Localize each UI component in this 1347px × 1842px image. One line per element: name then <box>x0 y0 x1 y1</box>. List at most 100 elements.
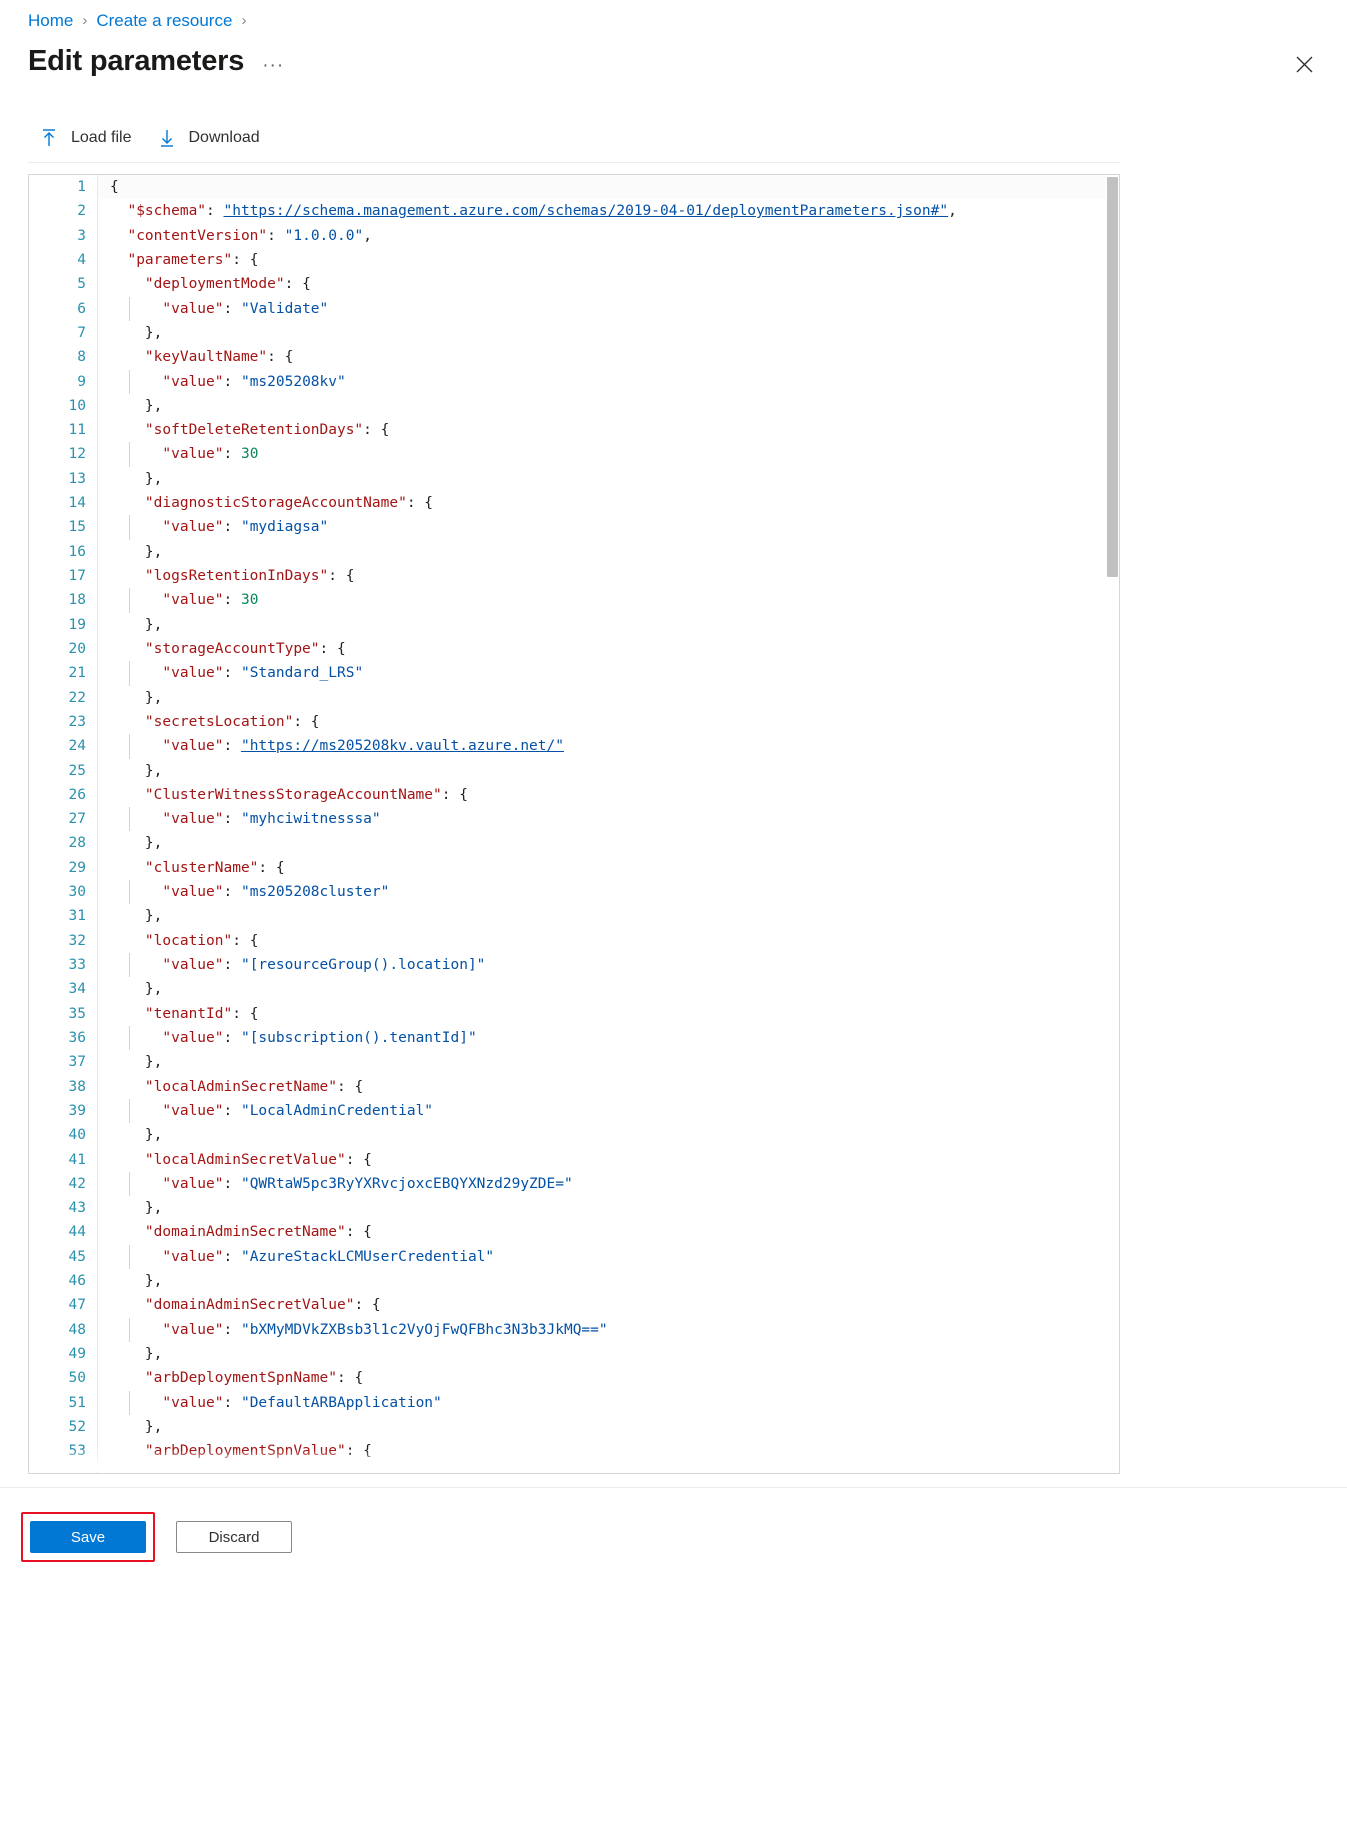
json-key: "arbDeploymentSpnName" <box>144 1370 337 1387</box>
code-line[interactable]: "domainAdminSecretName": { <box>98 1220 1119 1244</box>
code-line[interactable]: "localAdminSecretName": { <box>98 1075 1119 1099</box>
code-line[interactable]: "value": "[subscription().tenantId]" <box>98 1025 1119 1051</box>
code-line[interactable]: { <box>98 175 1119 200</box>
code-line[interactable]: "value": "LocalAdminCredential" <box>98 1098 1119 1124</box>
code-line[interactable]: }, <box>98 831 1119 855</box>
json-string: "mydiagsa" <box>240 519 329 536</box>
code-line[interactable]: "value": "mydiagsa" <box>98 515 1119 540</box>
code-line[interactable]: "value": "https://ms205208kv.vault.azure… <box>98 734 1119 759</box>
code-line[interactable]: }, <box>98 759 1119 783</box>
code-line[interactable]: "logsRetentionInDays": { <box>98 564 1119 588</box>
line-number: 37 <box>68 1054 86 1071</box>
code-line[interactable]: "value": "AzureStackLCMUserCredential" <box>98 1244 1119 1270</box>
code-line[interactable]: "value": "bXMyMDVkZXBsb3l1c2VyOjFwQFBhc3… <box>98 1317 1119 1342</box>
code-line[interactable]: "value": "ms205208kv" <box>98 369 1119 394</box>
code-line[interactable]: }, <box>98 1415 1119 1439</box>
line-number: 34 <box>68 981 86 998</box>
code-line[interactable]: }, <box>98 1123 1119 1147</box>
close-icon[interactable] <box>1288 48 1320 80</box>
code-line[interactable]: "contentVersion": "1.0.0.0", <box>98 224 1119 248</box>
json-punctuation: }, <box>144 616 163 633</box>
breadcrumb-item-home[interactable]: Home <box>28 9 73 33</box>
code-line[interactable]: "value": "Validate" <box>98 296 1119 321</box>
save-button[interactable]: Save <box>30 1521 146 1553</box>
code-line[interactable]: "value": "ms205208cluster" <box>98 880 1119 905</box>
code-line[interactable]: "value": "[resourceGroup().location]" <box>98 953 1119 978</box>
json-punctuation: : { <box>232 251 259 268</box>
load-file-button[interactable]: Load file <box>28 116 146 160</box>
code-line[interactable]: }, <box>98 977 1119 1001</box>
code-line[interactable]: }, <box>98 394 1119 418</box>
code-line[interactable]: "value": "DefaultARBApplication" <box>98 1390 1119 1415</box>
json-punctuation: }, <box>144 324 163 341</box>
json-key: "ClusterWitnessStorageAccountName" <box>144 786 442 803</box>
more-options-icon[interactable]: ··· <box>262 56 284 75</box>
line-number: 25 <box>68 762 86 779</box>
code-line[interactable]: }, <box>98 613 1119 637</box>
line-number: 48 <box>68 1321 86 1338</box>
code-line[interactable]: }, <box>98 904 1119 928</box>
code-line[interactable]: "value": "Standard_LRS" <box>98 661 1119 686</box>
code-line[interactable]: }, <box>98 1196 1119 1220</box>
code-line[interactable]: "deploymentMode": { <box>98 272 1119 296</box>
code-line[interactable]: "parameters": { <box>98 248 1119 272</box>
code-line[interactable]: "secretsLocation": { <box>98 710 1119 734</box>
json-key: "value" <box>162 519 224 536</box>
json-key: "keyVaultName" <box>144 349 268 366</box>
code-line[interactable]: }, <box>98 540 1119 564</box>
breadcrumb-item-create-a-resource[interactable]: Create a resource <box>96 9 232 33</box>
json-string: "ms205208cluster" <box>240 884 390 901</box>
code-line[interactable]: }, <box>98 1050 1119 1074</box>
code-line[interactable]: "location": { <box>98 929 1119 953</box>
code-line[interactable]: "clusterName": { <box>98 856 1119 880</box>
code-line[interactable]: "storageAccountType": { <box>98 637 1119 661</box>
download-button[interactable]: Download <box>146 116 274 160</box>
code-line[interactable]: "ClusterWitnessStorageAccountName": { <box>98 783 1119 807</box>
editor-vertical-scrollbar[interactable] <box>1106 175 1119 1473</box>
code-line[interactable]: "value": "QWRtaW5pc3RyYXRvcjoxcEBQYXNzd2… <box>98 1171 1119 1197</box>
json-url-link[interactable]: "https://schema.management.azure.com/sch… <box>224 203 949 219</box>
line-number: 53 <box>68 1443 86 1460</box>
json-url-link[interactable]: "https://ms205208kv.vault.azure.net/" <box>241 738 564 754</box>
code-line[interactable]: "keyVaultName": { <box>98 345 1119 369</box>
code-line[interactable]: }, <box>98 321 1119 345</box>
code-line[interactable]: "arbDeploymentSpnName": { <box>98 1366 1119 1390</box>
code-line[interactable]: "softDeleteRetentionDays": { <box>98 418 1119 442</box>
code-line[interactable]: "value": 30 <box>98 442 1119 467</box>
json-key: "value" <box>162 300 224 317</box>
code-line[interactable]: }, <box>98 1269 1119 1293</box>
code-line[interactable]: }, <box>98 1342 1119 1366</box>
json-punctuation: : <box>206 203 224 220</box>
code-line[interactable]: "value": 30 <box>98 588 1119 613</box>
code-line[interactable]: "arbDeploymentSpnValue": { <box>98 1439 1119 1463</box>
code-content[interactable]: { "$schema": "https://schema.management.… <box>98 175 1119 1473</box>
code-line[interactable]: "value": "myhciwitnesssa" <box>98 807 1119 832</box>
json-punctuation: }, <box>144 1054 163 1071</box>
json-punctuation: }, <box>144 1346 163 1362</box>
line-number: 23 <box>68 713 86 730</box>
json-string: "[subscription().tenantId]" <box>240 1029 477 1046</box>
line-number: 36 <box>68 1029 86 1046</box>
code-line[interactable]: }, <box>98 467 1119 491</box>
indent-guide <box>129 1171 130 1197</box>
line-number: 11 <box>68 422 86 439</box>
json-punctuation: : <box>223 519 241 536</box>
code-line[interactable]: }, <box>98 686 1119 710</box>
editor-scrollbar-thumb[interactable] <box>1107 177 1118 577</box>
code-line[interactable]: "tenantId": { <box>98 1002 1119 1026</box>
code-line[interactable]: "localAdminSecretValue": { <box>98 1148 1119 1172</box>
code-line[interactable]: "$schema": "https://schema.management.az… <box>98 199 1119 223</box>
json-editor[interactable]: 1 2 3 4 5 6 7 8 9 10 11 12 13 14 15 16 17 18 19 20 21 22 23 24 2… <box>28 174 1120 1474</box>
code-line[interactable]: "diagnosticStorageAccountName": { <box>98 491 1119 515</box>
discard-button[interactable]: Discard <box>176 1521 292 1553</box>
json-punctuation: : <box>223 446 241 463</box>
code-line[interactable]: "domainAdminSecretValue": { <box>98 1293 1119 1317</box>
